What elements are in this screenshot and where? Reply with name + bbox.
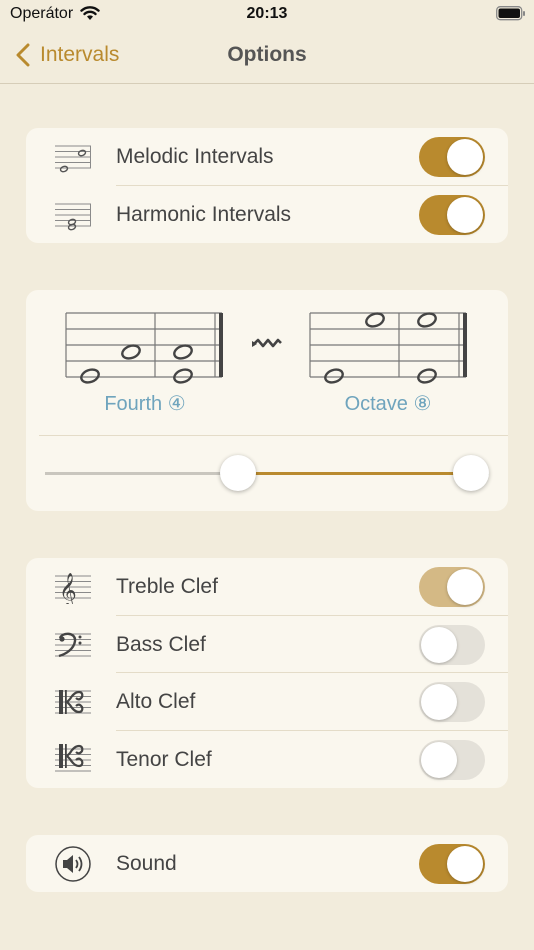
slider-max-thumb[interactable] <box>453 455 489 491</box>
alto-clef-label: Alto Clef <box>116 690 196 713</box>
tenor-clef-toggle[interactable] <box>419 739 485 780</box>
interval-range-card: Fourth ④ Octave ⑧ <box>26 290 508 511</box>
toggle-knob <box>447 139 483 175</box>
melodic-intervals-row: Melodic Intervals <box>26 128 508 186</box>
treble-clef-toggle[interactable] <box>419 567 485 607</box>
divider <box>39 435 508 436</box>
clefs-card: 𝄞 Treble Clef Bass Clef Alto Clef Tenor … <box>26 558 508 788</box>
sound-toggle[interactable] <box>419 844 485 884</box>
harmonic-intervals-toggle[interactable] <box>419 194 485 235</box>
treble-clef-row: 𝄞 Treble Clef <box>26 558 508 616</box>
treble-clef-label: Treble Clef <box>116 575 218 598</box>
toggle-knob <box>447 846 483 882</box>
bass-clef-label: Bass Clef <box>116 632 206 656</box>
harmonic-staff-icon <box>55 203 91 230</box>
navigation-bar: Intervals Options <box>0 30 534 84</box>
sound-card: Sound <box>26 835 508 892</box>
slider-min-thumb[interactable] <box>220 455 257 491</box>
page-title: Options <box>227 43 307 66</box>
alto-clef-icon <box>55 690 91 714</box>
toggle-knob <box>421 626 457 663</box>
bass-clef-toggle[interactable] <box>419 624 485 665</box>
range-arrow-icon <box>252 338 282 348</box>
toggle-knob <box>421 684 457 720</box>
interval-types-card: Melodic Intervals Harmonic Intervals <box>26 128 508 243</box>
melodic-staff-icon <box>55 145 91 173</box>
speaker-icon <box>55 846 91 882</box>
bass-clef-row: Bass Clef <box>26 616 508 673</box>
alto-clef-row: Alto Clef <box>26 673 508 731</box>
clock: 20:13 <box>246 5 288 22</box>
status-bar: Operátor 20:13 <box>0 0 534 30</box>
slider-track-active <box>238 472 471 475</box>
melodic-intervals-toggle[interactable] <box>419 137 485 177</box>
tenor-clef-icon <box>55 743 91 771</box>
toggle-knob <box>447 569 483 605</box>
interval-range-slider[interactable] <box>45 454 489 494</box>
tenor-clef-label: Tenor Clef <box>116 747 212 771</box>
harmonic-intervals-label: Harmonic Intervals <box>116 202 292 226</box>
octave-staff-icon <box>309 312 467 384</box>
fourth-staff-icon <box>65 312 223 384</box>
max-interval-label: Octave ⑧ <box>344 393 432 415</box>
min-interval-label: Fourth ④ <box>104 393 186 415</box>
svg-text:𝄞: 𝄞 <box>59 573 77 604</box>
battery-icon <box>496 6 525 21</box>
sound-label: Sound <box>116 852 177 875</box>
tenor-clef-row: Tenor Clef <box>26 731 508 789</box>
sound-row: Sound <box>26 835 508 892</box>
toggle-knob <box>447 196 483 233</box>
bass-clef-icon <box>55 632 91 657</box>
melodic-intervals-label: Melodic Intervals <box>116 145 274 168</box>
harmonic-intervals-row: Harmonic Intervals <box>26 186 508 244</box>
toggle-knob <box>421 741 457 778</box>
alto-clef-toggle[interactable] <box>419 682 485 722</box>
treble-clef-icon: 𝄞 <box>55 573 91 604</box>
